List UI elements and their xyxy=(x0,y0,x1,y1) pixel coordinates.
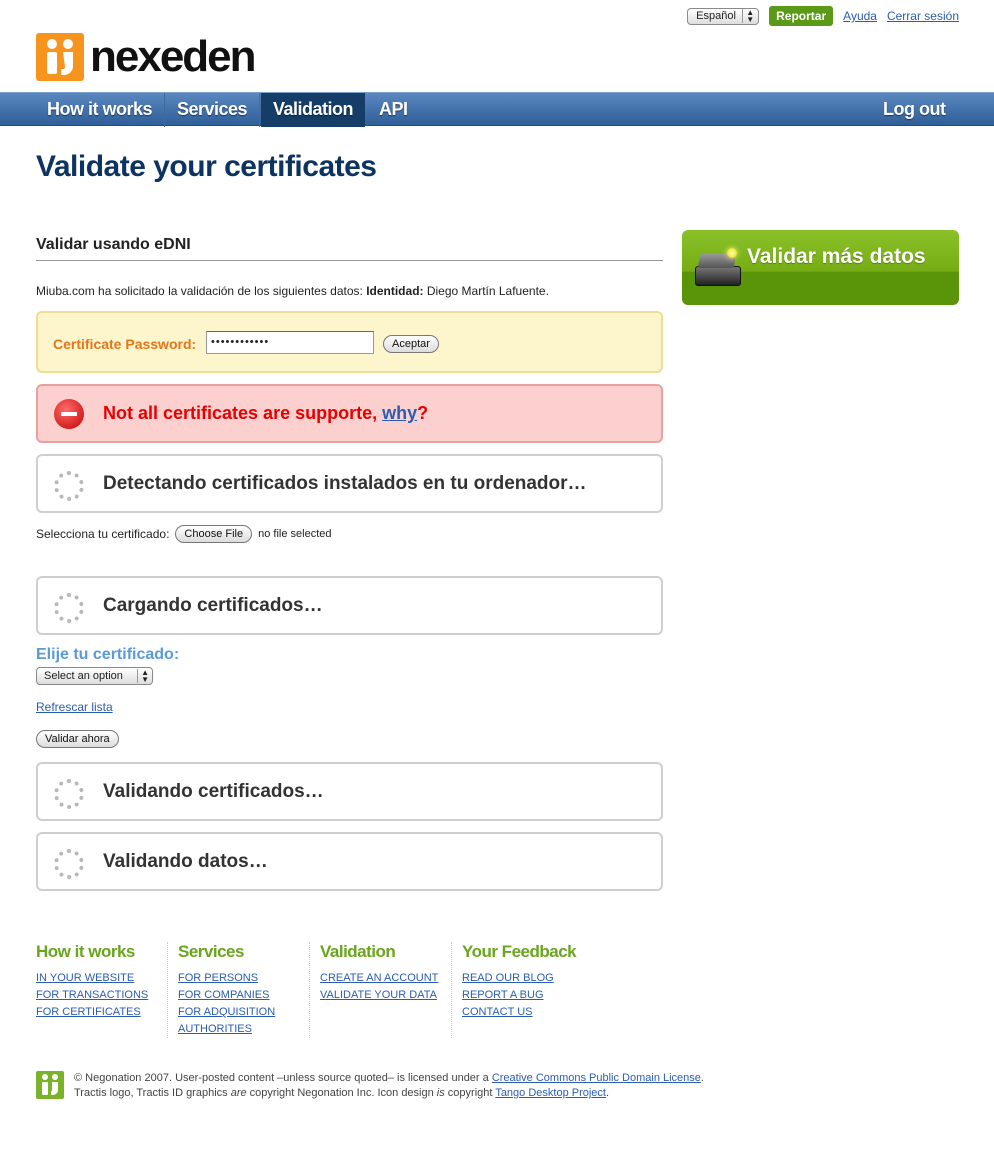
footer-link[interactable]: CONTACT US xyxy=(462,1004,593,1021)
status-validating-certs-text: Validando certificados… xyxy=(103,781,324,802)
password-box: Certificate Password: •••••••••••• Acept… xyxy=(36,311,663,373)
status-detecting: Detectando certificados instalados en tu… xyxy=(36,454,663,513)
error-text: Not all certificates are supporte, why? xyxy=(103,403,428,424)
legal-line2c: copyright xyxy=(444,1087,496,1099)
report-button[interactable]: Reportar xyxy=(769,6,834,26)
language-select-value: Español xyxy=(696,10,736,22)
spinner-icon xyxy=(54,593,84,623)
why-link[interactable]: why xyxy=(382,403,417,423)
certificate-select[interactable]: Select an option ▲ ▼ xyxy=(36,667,153,685)
legal-are: are xyxy=(230,1087,247,1099)
file-status: no file selected xyxy=(258,528,332,540)
logo-text: nexeden xyxy=(90,32,257,81)
request-description: Miuba.com ha solicitado la validación de… xyxy=(36,284,663,298)
validate-more-data-button[interactable]: Validar más datos xyxy=(682,230,959,305)
footer-links: How it works IN YOUR WEBSITE FOR TRANSAC… xyxy=(36,942,603,1038)
footer-logo-icon xyxy=(36,1071,64,1099)
spinner-icon xyxy=(54,779,84,809)
help-link[interactable]: Ayuda xyxy=(843,9,877,23)
footer-link[interactable]: CREATE AN ACCOUNT xyxy=(320,970,451,987)
language-select[interactable]: Español ▲ ▼ xyxy=(687,7,760,25)
legal-line2a: Tractis logo, Tractis ID graphics xyxy=(74,1087,231,1099)
status-validating-data: Validando datos… xyxy=(36,832,663,891)
choose-file-button[interactable]: Choose File xyxy=(175,525,253,543)
status-validating-data-text: Validando datos… xyxy=(103,851,268,872)
footer-link[interactable]: FOR TRANSACTIONS xyxy=(36,987,167,1004)
footer-col-services: Services FOR PERSONS FOR COMPANIES FOR A… xyxy=(178,942,310,1038)
footer-link[interactable]: AUTHORITIES xyxy=(178,1021,309,1038)
request-prefix: Miuba.com ha solicitado la validación de… xyxy=(36,284,367,298)
status-loading-text: Cargando certificados… xyxy=(103,595,323,616)
file-select-row: Selecciona tu certificado: Choose File n… xyxy=(36,525,332,543)
nav-services[interactable]: Services xyxy=(165,93,261,127)
footer-col-feedback: Your Feedback READ OUR BLOG REPORT A BUG… xyxy=(462,942,593,1038)
section-title: Validar usando eDNI xyxy=(36,236,663,261)
validation-panel: Validar usando eDNI Miuba.com ha solicit… xyxy=(36,236,663,891)
nav-logout[interactable]: Log out xyxy=(871,93,957,127)
password-input[interactable]: •••••••••••• xyxy=(206,331,374,354)
footer-col-title: Services xyxy=(178,942,244,961)
legal-text: © Negonation 2007. User-posted content –… xyxy=(74,1071,704,1101)
choose-certificate-label: Elije tu certificado: xyxy=(36,646,180,663)
tango-link[interactable]: Tango Desktop Project xyxy=(495,1087,606,1099)
footer-link[interactable]: FOR PERSONS xyxy=(178,970,309,987)
legal-footer: © Negonation 2007. User-posted content –… xyxy=(36,1071,704,1101)
page-title: Validate your certificates xyxy=(36,150,377,183)
nav-validation[interactable]: Validation xyxy=(261,93,366,127)
footer-link[interactable]: REPORT A BUG xyxy=(462,987,593,1004)
site-logo[interactable]: nexeden xyxy=(36,32,257,81)
hard-drive-icon xyxy=(695,248,741,286)
legal-line2b: copyright Negonation Inc. Icon design xyxy=(246,1087,437,1099)
top-utility-bar: Español ▲ ▼ Reportar Ayuda Cerrar sesión xyxy=(687,6,959,26)
footer-col-how-it-works: How it works IN YOUR WEBSITE FOR TRANSAC… xyxy=(36,942,168,1038)
status-loading: Cargando certificados… xyxy=(36,576,663,635)
spinner-icon xyxy=(54,849,84,879)
file-label: Selecciona tu certificado: xyxy=(36,527,170,541)
password-label: Certificate Password: xyxy=(53,336,197,352)
logo-icon xyxy=(36,33,84,81)
select-arrows-icon: ▲ ▼ xyxy=(742,9,754,24)
license-link[interactable]: Creative Commons Public Domain License xyxy=(492,1072,701,1084)
status-detecting-text: Detectando certificados instalados en tu… xyxy=(103,473,587,494)
footer-col-title: Your Feedback xyxy=(462,942,577,961)
promo-label: Validar más datos xyxy=(747,245,926,268)
footer-col-title: How it works xyxy=(36,942,135,961)
footer-col-title: Validation xyxy=(320,942,396,961)
footer-link[interactable]: READ OUR BLOG xyxy=(462,970,593,987)
legal-line1: © Negonation 2007. User-posted content –… xyxy=(74,1072,492,1084)
legal-line1-suffix: . xyxy=(700,1072,704,1084)
footer-link[interactable]: IN YOUR WEBSITE xyxy=(36,970,167,987)
status-validating-certs: Validando certificados… xyxy=(36,762,663,821)
footer-col-validation: Validation CREATE AN ACCOUNT VALIDATE YO… xyxy=(320,942,452,1038)
footer-link[interactable]: FOR ADQUISITION xyxy=(178,1004,309,1021)
footer-link[interactable]: FOR CERTIFICATES xyxy=(36,1004,167,1021)
error-message: Not all certificates are supporte, xyxy=(103,403,383,423)
select-arrows-icon: ▲ ▼ xyxy=(137,669,149,684)
error-message-box: Not all certificates are supporte, why? xyxy=(36,384,663,443)
footer-link[interactable]: FOR COMPANIES xyxy=(178,987,309,1004)
request-label: Identidad: xyxy=(366,284,424,298)
spinner-icon xyxy=(54,471,84,501)
error-suffix: ? xyxy=(417,403,429,423)
request-value: Diego Martín Lafuente. xyxy=(423,284,549,298)
accept-button[interactable]: Aceptar xyxy=(383,335,439,353)
no-entry-icon xyxy=(54,399,84,429)
validate-now-button[interactable]: Validar ahora xyxy=(36,730,119,748)
footer-link[interactable]: VALIDATE YOUR DATA xyxy=(320,987,451,1004)
legal-is: is xyxy=(436,1087,445,1099)
nav-how-it-works[interactable]: How it works xyxy=(35,93,166,127)
nav-api[interactable]: API xyxy=(367,93,420,127)
logout-link[interactable]: Cerrar sesión xyxy=(887,9,959,23)
legal-line2-suffix: . xyxy=(605,1087,610,1099)
refresh-list-link[interactable]: Refrescar lista xyxy=(36,700,113,714)
certificate-select-value: Select an option xyxy=(44,670,123,682)
main-nav: How it works Services Validation API Log… xyxy=(0,92,994,127)
